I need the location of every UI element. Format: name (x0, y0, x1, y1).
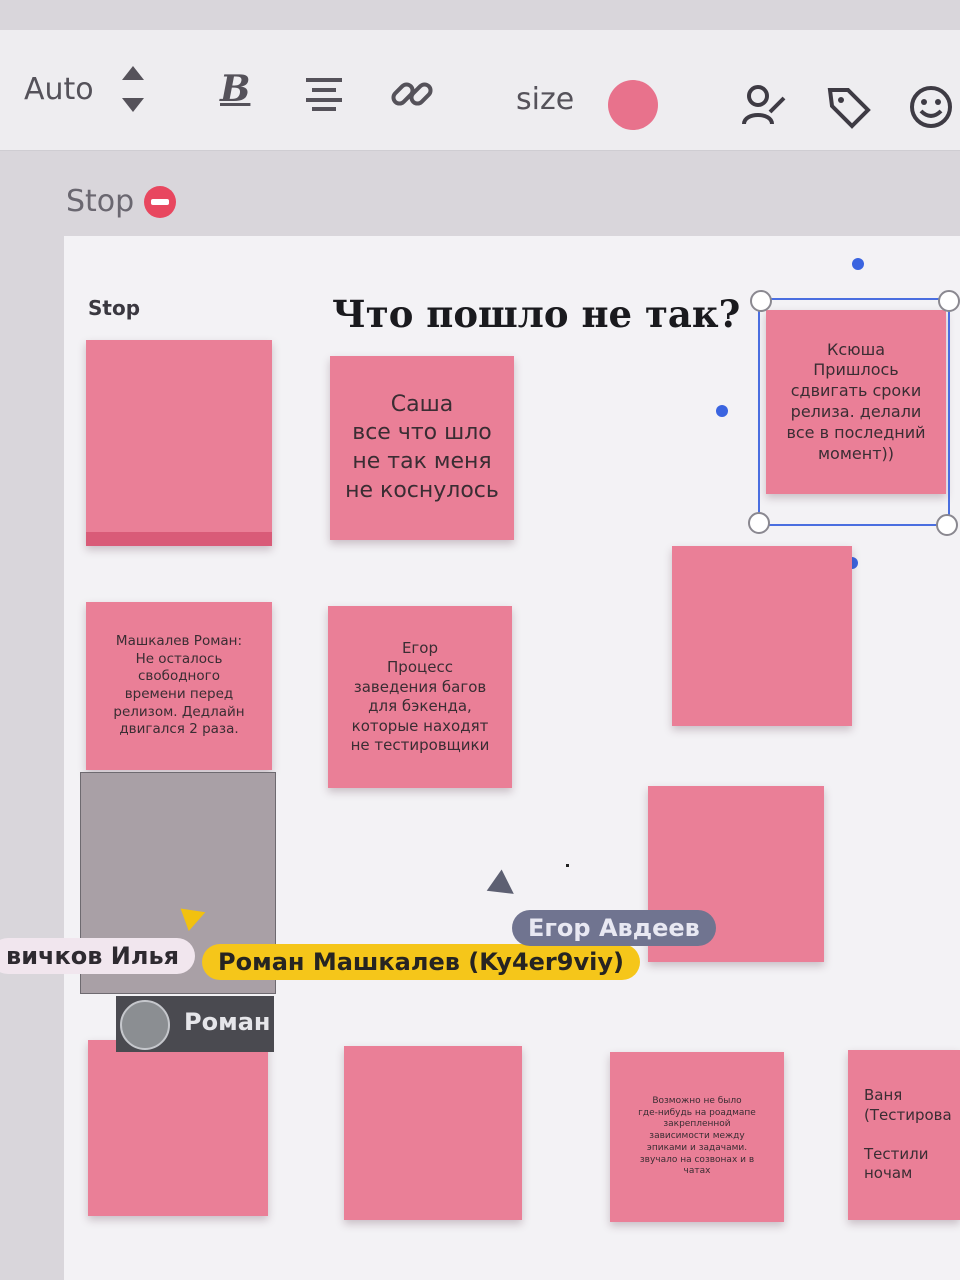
bold-button[interactable]: B (220, 68, 250, 110)
resize-handle[interactable] (938, 290, 960, 312)
collaborator-label-ilya: вичков Илья (0, 938, 196, 974)
connector-handle[interactable] (716, 405, 728, 417)
color-swatch[interactable] (608, 80, 658, 130)
sticky-text: Возможно не было где-нибудь на роадмапе … (638, 1096, 756, 1177)
collaborator-label-roman: Роман Машкалев (Ky4er9viy) (202, 944, 640, 980)
resize-handle[interactable] (936, 514, 958, 536)
collaborator-label-egor: Егор Авдеев (512, 910, 716, 946)
board-heading[interactable]: Что пошло не так? (332, 292, 740, 336)
emoji-icon[interactable] (908, 84, 954, 130)
collaborator-name: Роман (184, 1008, 271, 1036)
link-icon[interactable] (388, 70, 436, 118)
connector-handle[interactable] (852, 258, 864, 270)
sticky-note-vanya[interactable]: Ваня (Тестирова Тестили ночам (848, 1050, 960, 1220)
resize-handle[interactable] (748, 512, 770, 534)
sticky-text: Саша все что шло не так меня не коснулос… (345, 391, 499, 503)
sticky-note-empty[interactable] (88, 1040, 268, 1216)
assign-person-icon[interactable] (740, 82, 786, 128)
sticky-note-roadmap[interactable]: Возможно не было где-нибудь на роадмапе … (610, 1052, 784, 1222)
avatar (120, 1000, 170, 1050)
stop-icon (144, 186, 176, 218)
sticky-text: Ваня (Тестирова Тестили ночам (864, 1086, 952, 1183)
sticky-text: Егор Процесс заведения багов для бэкенда… (350, 638, 490, 755)
board-label: Stop (88, 296, 141, 320)
size-button[interactable]: size (516, 82, 574, 117)
sticky-note-egor[interactable]: Егор Процесс заведения багов для бэкенда… (328, 606, 512, 788)
tag-icon[interactable] (826, 84, 872, 130)
sticky-note-empty[interactable] (86, 340, 272, 546)
align-center-icon[interactable] (304, 76, 344, 112)
toolbar: Auto B size (0, 30, 960, 151)
canvas-dot (566, 864, 569, 867)
sticky-note-sasha[interactable]: Саша все что шло не так меня не коснулос… (330, 356, 514, 540)
resize-handle[interactable] (750, 290, 772, 312)
sticky-text: Машкалев Роман: Не осталось свободного в… (113, 633, 245, 738)
font-size-mode[interactable]: Auto (24, 72, 94, 107)
stepper-arrows-icon[interactable] (118, 64, 148, 114)
sticky-note-empty[interactable] (344, 1046, 522, 1220)
collaborator-avatar-label: Роман (116, 996, 274, 1052)
selection-box (758, 298, 950, 526)
frame-title[interactable]: Stop (66, 184, 134, 219)
sticky-note-mashkalev[interactable]: Машкалев Роман: Не осталось свободного в… (86, 602, 272, 770)
sticky-note-empty[interactable] (672, 546, 852, 726)
